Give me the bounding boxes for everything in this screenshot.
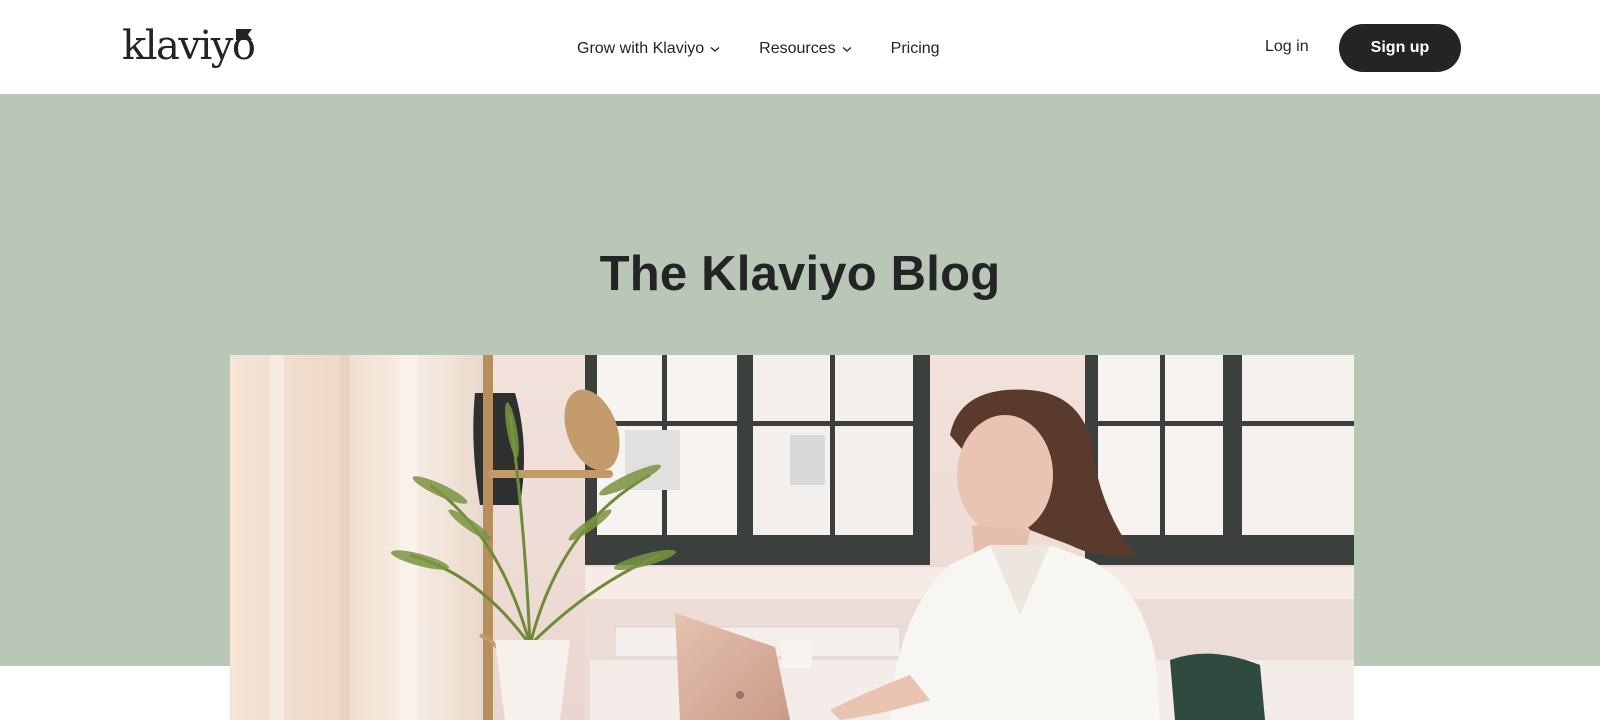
- nav-pricing-label: Pricing: [890, 40, 940, 57]
- nav-pricing[interactable]: Pricing: [891, 40, 940, 58]
- main-nav: Grow with Klaviyo Resources Pricing: [577, 37, 940, 61]
- chevron-down-icon: [842, 46, 852, 52]
- page-title: The Klaviyo Blog: [599, 247, 1001, 301]
- hero-photo-illustration: [230, 355, 1354, 720]
- hero-image: [230, 355, 1354, 720]
- chevron-down-icon: [710, 46, 720, 52]
- nav-resources-label: Resources: [759, 40, 836, 57]
- signup-button[interactable]: Sign up: [1339, 24, 1461, 72]
- top-navigation: klaviyo Grow with Klaviyo Resources Pric…: [0, 0, 1600, 94]
- klaviyo-logo[interactable]: klaviyo: [122, 22, 256, 70]
- logo-flag-icon: [236, 29, 252, 40]
- nav-grow-with-klaviyo[interactable]: Grow with Klaviyo: [577, 40, 720, 58]
- nav-resources[interactable]: Resources: [759, 40, 852, 58]
- nav-grow-label: Grow with Klaviyo: [577, 40, 705, 57]
- login-link[interactable]: Log in: [1265, 38, 1309, 56]
